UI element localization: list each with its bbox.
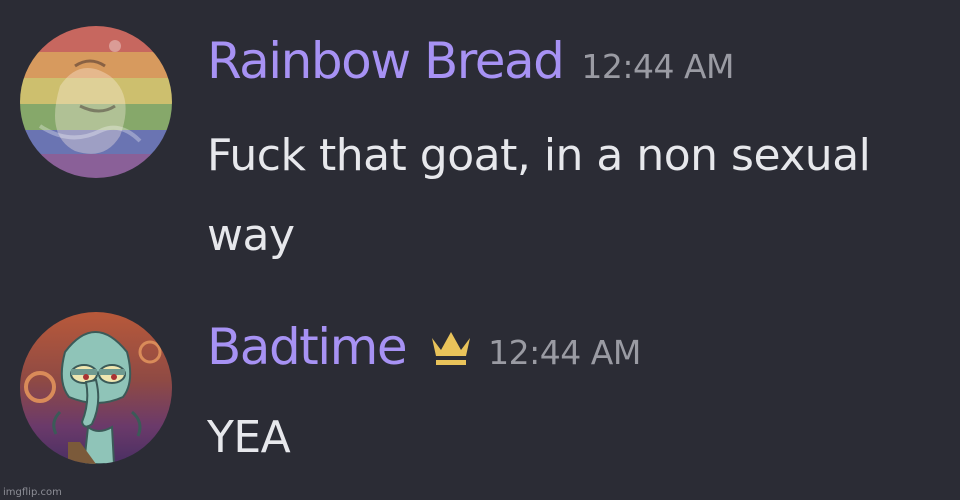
message-header: Badtime 12:44 AM [207,322,641,372]
message-1: Rainbow Bread 12:44 AM Fuck that goat, i… [0,0,960,280]
username[interactable]: Rainbow Bread [207,36,565,86]
message-text: YEA [207,412,291,463]
squidward-avatar-icon [20,312,172,464]
avatar[interactable] [20,26,172,178]
username[interactable]: Badtime [207,322,408,372]
message-header: Rainbow Bread 12:44 AM [207,36,735,86]
timestamp[interactable]: 12:44 AM [488,336,641,369]
watermark: imgflip.com [3,487,62,498]
avatar[interactable] [20,312,172,464]
message-2: Badtime 12:44 AM YEA [0,280,960,480]
message-text: Fuck that goat, in a non sexual way [207,130,871,261]
timestamp[interactable]: 12:44 AM [581,50,734,83]
crown-icon [428,326,474,368]
rainbow-pride-avatar-icon [20,26,172,178]
